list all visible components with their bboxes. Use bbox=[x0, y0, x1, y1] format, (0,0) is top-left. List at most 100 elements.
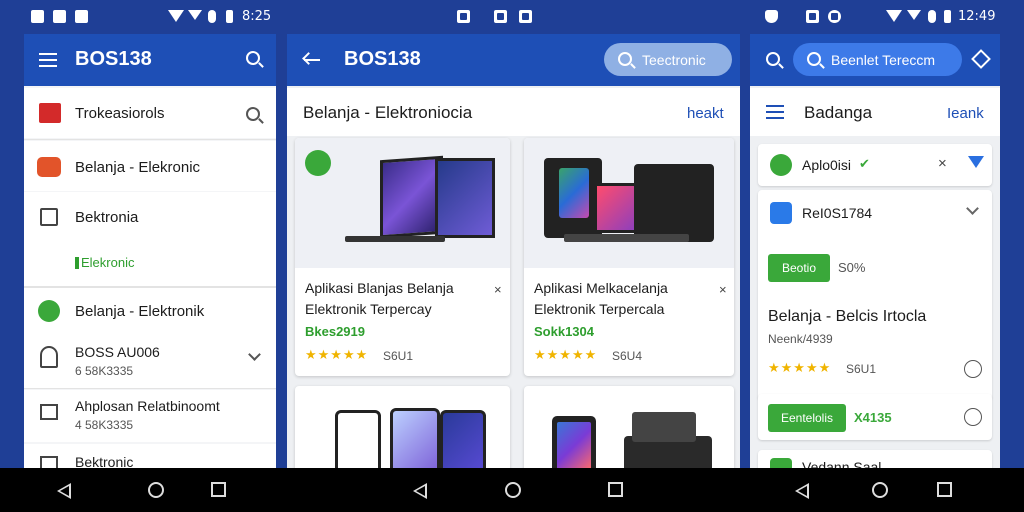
back-icon[interactable] bbox=[57, 483, 71, 499]
home-icon[interactable] bbox=[872, 482, 888, 498]
action-button[interactable]: Eentelolis bbox=[768, 404, 846, 432]
search-icon[interactable] bbox=[766, 52, 780, 66]
list-item-label: Bektronic bbox=[75, 454, 134, 468]
app-logo-icon bbox=[770, 154, 792, 176]
rating-count: S6U1 bbox=[383, 349, 414, 363]
back-icon[interactable] bbox=[413, 483, 427, 499]
navigation-bar bbox=[0, 468, 1024, 512]
chevron-down-icon[interactable] bbox=[248, 348, 261, 361]
list-item-label: Vedann Saal bbox=[802, 459, 882, 468]
list-item-label: Aplo0isi bbox=[802, 157, 852, 173]
app-logo-icon bbox=[770, 458, 792, 468]
close-icon[interactable]: × bbox=[494, 282, 502, 297]
status-bar: 8:25 12:49 bbox=[0, 0, 1024, 34]
back-icon[interactable] bbox=[795, 483, 809, 499]
status-time: 12:49 bbox=[958, 9, 996, 24]
app-logo-icon bbox=[37, 157, 61, 177]
list-item[interactable]: Belanja - Elektronik bbox=[24, 288, 276, 336]
menu-icon[interactable] bbox=[766, 105, 784, 119]
right-screen: Beenlet Tereccm Badanga Ieank Aplo0isi ✔… bbox=[750, 34, 1000, 468]
recent-apps-icon[interactable] bbox=[608, 482, 623, 497]
search-icon bbox=[618, 52, 632, 66]
list-item[interactable]: Belanja - Elekronic bbox=[24, 141, 276, 191]
product-card[interactable] bbox=[295, 386, 510, 468]
section-header: Badanga Ieank bbox=[750, 88, 1000, 136]
search-chip-label: Teectronic bbox=[642, 52, 706, 68]
calendar-icon bbox=[40, 456, 58, 468]
share-icon[interactable] bbox=[971, 49, 991, 69]
list-item[interactable]: BOSS AU006 6 58K3335 bbox=[24, 336, 276, 388]
search-icon[interactable] bbox=[246, 51, 260, 65]
product-card[interactable]: Aplikasi Melkacelanja Elektronik Terperc… bbox=[524, 138, 734, 376]
close-icon[interactable]: × bbox=[938, 155, 947, 172]
notification-icon bbox=[53, 10, 66, 23]
section-action-link[interactable]: heakt bbox=[687, 105, 724, 122]
recent-apps-icon[interactable] bbox=[211, 482, 226, 497]
list-item[interactable]: Bektronia Elekronic bbox=[24, 192, 276, 287]
dropdown-icon[interactable] bbox=[968, 156, 984, 168]
person-icon bbox=[40, 346, 58, 368]
rating-count: S6U1 bbox=[846, 362, 877, 376]
laptop-base bbox=[345, 236, 445, 242]
phone-image bbox=[390, 408, 440, 468]
list-item[interactable]: Vedann Saal bbox=[758, 450, 992, 468]
section-action-link[interactable]: Ieank bbox=[947, 105, 984, 122]
more-icon[interactable] bbox=[964, 360, 982, 378]
card-price: Bkes2919 bbox=[305, 324, 365, 339]
list-item[interactable]: Bektronic bbox=[24, 444, 276, 468]
list-item-sub: 6 58K3335 bbox=[75, 364, 134, 378]
phone-screen bbox=[557, 422, 591, 468]
status-time: 8:25 bbox=[242, 9, 272, 24]
section-header: Belanja - Elektroniocia heakt bbox=[287, 88, 740, 136]
check-icon: ✔ bbox=[859, 156, 870, 171]
promo-code: S0% bbox=[838, 260, 866, 275]
list-item[interactable]: Ahplosan Relatbinoomt 4 58K3335 bbox=[24, 390, 276, 442]
search-chip[interactable]: Beenlet Tereccm bbox=[793, 43, 962, 76]
chevron-down-icon[interactable] bbox=[966, 202, 979, 215]
menu-icon[interactable] bbox=[39, 53, 57, 67]
calendar-icon bbox=[40, 208, 58, 226]
list-item-label: BOSS AU006 bbox=[75, 344, 160, 360]
app-title: BOS138 bbox=[75, 48, 152, 70]
product-card[interactable] bbox=[524, 386, 734, 468]
product-card[interactable]: Aplikasi Blanjas Belanja Elektronik Terp… bbox=[295, 138, 510, 376]
divider bbox=[24, 139, 276, 140]
list-item[interactable]: Eentelolis X4135 bbox=[758, 394, 992, 440]
search-icon[interactable] bbox=[246, 107, 260, 121]
category-tag[interactable]: Elekronic bbox=[81, 255, 134, 270]
card-title: Elektronik Terpercay bbox=[305, 301, 432, 317]
search-icon bbox=[807, 52, 821, 66]
app-title: BOS138 bbox=[344, 48, 421, 70]
product-title: Belanja - Belcis Irtocla bbox=[768, 308, 927, 325]
notification-icon bbox=[75, 10, 88, 23]
divider bbox=[24, 388, 276, 389]
promo-button[interactable]: Beotio bbox=[768, 254, 830, 282]
card-title: Elektronik Terpercala bbox=[534, 301, 665, 317]
app-logo-icon bbox=[38, 300, 60, 322]
signal-icon bbox=[907, 10, 921, 20]
star-rating: ★★★★★ bbox=[305, 347, 369, 362]
product-sub: Neenk/4939 bbox=[768, 332, 833, 346]
list-item[interactable]: Aplo0isi ✔ × bbox=[758, 144, 992, 186]
list-item-label: Trokeasiorols bbox=[75, 105, 165, 122]
info-icon[interactable] bbox=[964, 408, 982, 426]
close-icon[interactable]: × bbox=[719, 282, 727, 297]
app-bar: BOS138 bbox=[24, 34, 276, 86]
recent-apps-icon[interactable] bbox=[937, 482, 952, 497]
app-bar: Beenlet Tereccm bbox=[750, 34, 1000, 86]
back-arrow-head bbox=[302, 52, 315, 65]
store-icon bbox=[39, 103, 61, 123]
product-detail-card[interactable]: ReI0S1784 Beotio S0% Belanja - Belcis Ir… bbox=[758, 190, 992, 400]
search-chip[interactable]: Teectronic bbox=[604, 43, 732, 76]
badge-icon bbox=[305, 150, 331, 176]
list-item-label: Bektronia bbox=[75, 209, 139, 226]
home-icon[interactable] bbox=[505, 482, 521, 498]
home-icon[interactable] bbox=[148, 482, 164, 498]
laptop-screen bbox=[380, 155, 443, 239]
notification-icon bbox=[494, 10, 507, 23]
notification-icon bbox=[31, 10, 44, 23]
list-item-sub: 4 58K3335 bbox=[75, 418, 134, 432]
list-item[interactable]: Trokeasiorols bbox=[24, 88, 276, 138]
card-title: Aplikasi Melkacelanja bbox=[534, 280, 668, 296]
wifi-icon bbox=[886, 10, 902, 22]
